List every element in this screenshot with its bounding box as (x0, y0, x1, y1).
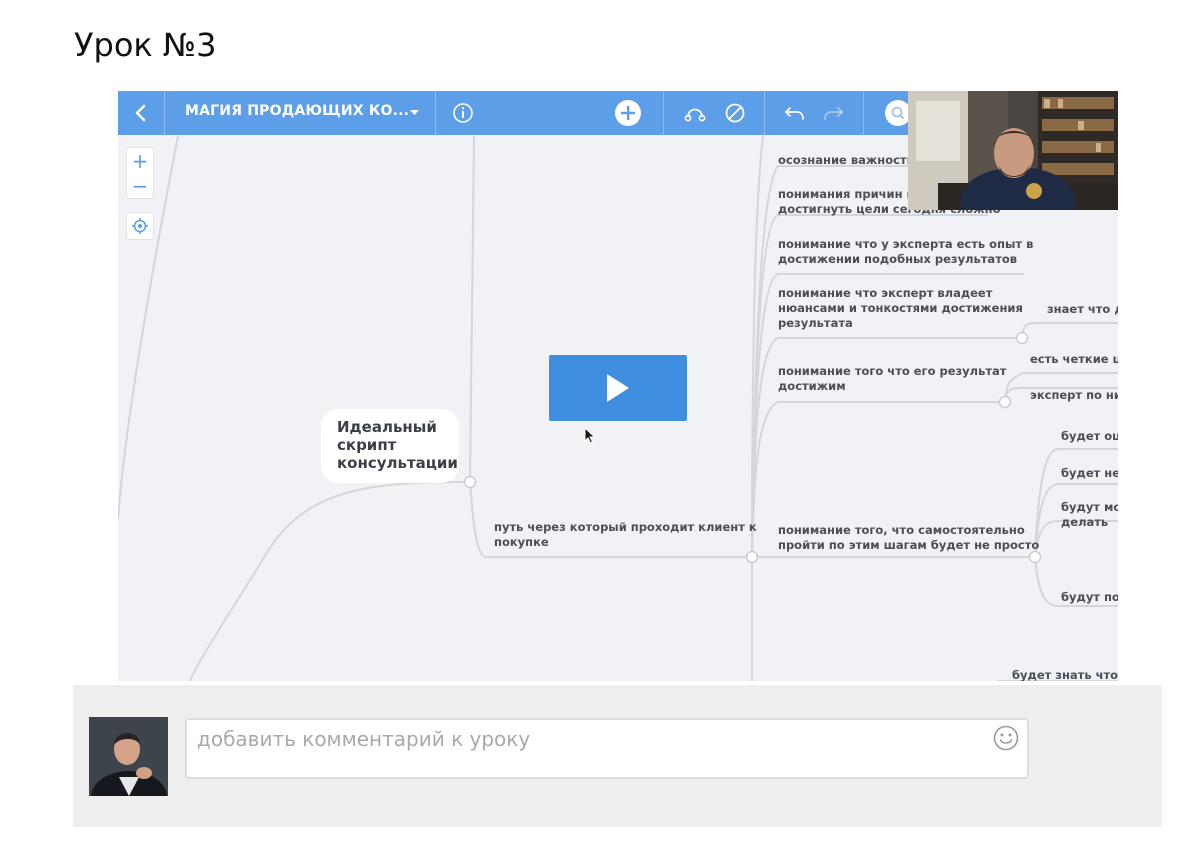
center-node-line: консультации (337, 454, 458, 472)
redo-button[interactable] (818, 91, 848, 135)
mindmap-node-line: достижим (778, 379, 846, 393)
mindmap-node[interactable]: осознание важности (778, 153, 915, 168)
webcam-overlay (908, 91, 1118, 210)
mindmap-node-line: понимание того, что самостоятельно (778, 523, 1025, 537)
play-icon (607, 374, 629, 402)
mindmap-subnode[interactable]: есть четкие ша (1030, 352, 1118, 367)
branch-node-line: путь через который проходит клиент к (494, 520, 757, 534)
redo-icon (824, 107, 844, 120)
mindmap-subnode[interactable]: будут пот (1061, 590, 1118, 605)
mindmap-subnode[interactable]: будет знать что д (1012, 668, 1118, 681)
presenter-video-image (908, 91, 1118, 210)
play-button[interactable] (549, 355, 687, 421)
map-title[interactable]: МАГИЯ ПРОДАЮЩИХ КО... (185, 103, 409, 119)
comment-section (73, 685, 1162, 827)
minus-icon: − (131, 173, 149, 198)
add-node-button[interactable] (612, 91, 644, 135)
mindmap-node-line: нюансами и тонкостями достижения (778, 301, 1023, 315)
undo-icon (784, 107, 804, 120)
disable-button[interactable] (721, 91, 749, 135)
mindmap-node-line: понимание того что его результат (778, 364, 1007, 378)
lesson-title: Урок №3 (74, 26, 217, 64)
info-icon (453, 103, 473, 123)
mouse-cursor-icon (584, 427, 596, 444)
smiley-icon[interactable] (993, 725, 1019, 751)
mindmap-node[interactable]: понимание того что его результат достижи… (778, 364, 1006, 394)
mindmap-subnode[interactable]: будет не (1061, 466, 1118, 481)
avatar (89, 717, 168, 796)
branch-node-line: покупке (494, 535, 549, 549)
zoom-controls: + − (126, 147, 154, 199)
mindmap-subnode-line: будут мо (1061, 500, 1118, 514)
undo-button[interactable] (780, 91, 810, 135)
mindmap-node-line: результата (778, 316, 853, 330)
back-button[interactable] (118, 91, 164, 135)
center-node-line: Идеальный (337, 418, 437, 436)
zoom-out-button[interactable]: − (127, 173, 153, 198)
mindmap-node-line: понимание что эксперт владеет (778, 286, 993, 300)
mindmap-subnode[interactable]: знает что де (1047, 302, 1118, 317)
chevron-left-icon (135, 104, 146, 122)
mindmap-subnode[interactable]: будут мо делать (1061, 500, 1118, 530)
slash-circle-icon (725, 103, 745, 123)
mindmap-node-line: осознание важности (778, 153, 915, 167)
center-node[interactable]: Идеальный скрипт консультации (321, 409, 459, 483)
zoom-in-button[interactable]: + (127, 148, 153, 173)
mindmap-node[interactable]: понимание что у эксперта есть опыт в дос… (778, 237, 1033, 267)
title-dropdown-button[interactable] (405, 91, 423, 135)
mindmap-subnode-line: делать (1061, 515, 1109, 529)
comment-input[interactable] (197, 726, 977, 752)
info-button[interactable] (448, 91, 478, 135)
user-avatar-image (89, 717, 168, 796)
connect-button[interactable] (680, 91, 710, 135)
mindmap-node-line: понимание что у эксперта есть опыт в (778, 237, 1034, 251)
mindmap-node-line: достижении подобных результатов (778, 252, 1018, 266)
mindmap-subnode[interactable]: эксперт по ни (1030, 388, 1118, 403)
mindmap-subnode[interactable]: будет ош (1061, 429, 1118, 444)
mindmap-node[interactable]: понимание что эксперт владеет нюансами и… (778, 286, 1023, 331)
target-icon (132, 218, 148, 234)
mindmap-node-line: пройти по этим шагам будет не просто (778, 538, 1040, 552)
branch-node[interactable]: путь через который проходит клиент к пок… (494, 520, 757, 550)
plus-icon: + (131, 148, 149, 173)
locate-button[interactable] (126, 212, 154, 240)
caret-down-icon (409, 110, 419, 115)
connection-icon (684, 108, 706, 122)
comment-field[interactable] (185, 718, 1029, 779)
center-node-line: скрипт (337, 436, 397, 454)
mindmap-node[interactable]: понимание того, что самостоятельно пройт… (778, 523, 1039, 553)
video-player[interactable]: МАГИЯ ПРОДАЮЩИХ КО... + − Идеальный скри… (118, 91, 1118, 681)
plus-circle-icon (615, 100, 641, 126)
